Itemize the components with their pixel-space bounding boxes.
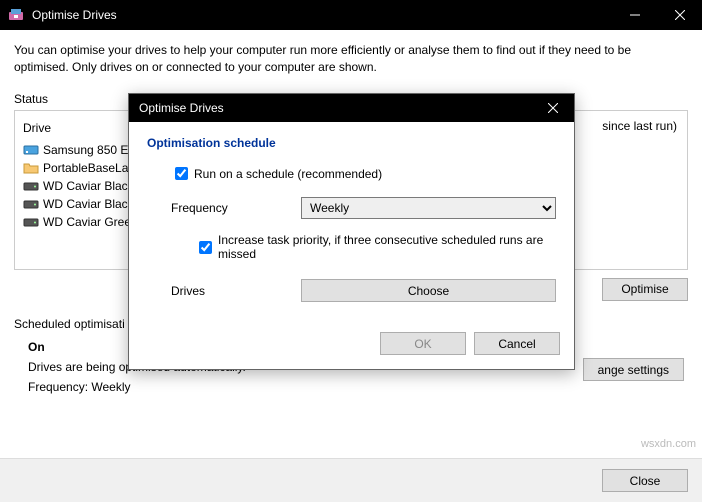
drives-label: Drives [171, 284, 301, 298]
frequency-select[interactable]: Weekly [301, 197, 556, 219]
increase-priority-label: Increase task priority, if three consecu… [218, 233, 556, 261]
drive-name: WD Caviar Black [43, 179, 134, 193]
dialog-close-button[interactable] [538, 94, 568, 122]
hdd-icon [23, 214, 39, 230]
ssd-icon [23, 142, 39, 158]
dialog-heading: Optimisation schedule [147, 136, 556, 150]
watermark: wsxdn.com [641, 438, 696, 450]
drive-name: WD Caviar Green [43, 215, 138, 229]
drive-name: PortableBaseLay [43, 161, 134, 175]
window-title: Optimise Drives [32, 8, 612, 22]
app-icon [8, 7, 24, 23]
dialog-titlebar: Optimise Drives [129, 94, 574, 122]
optimise-button[interactable]: Optimise [602, 278, 688, 301]
run-on-schedule-checkbox[interactable] [175, 167, 188, 180]
choose-drives-button[interactable]: Choose [301, 279, 556, 302]
footer: Close [0, 458, 702, 502]
ok-button[interactable]: OK [380, 332, 466, 355]
cancel-button[interactable]: Cancel [474, 332, 560, 355]
since-last-run-label: since last run) [602, 119, 677, 133]
increase-priority-checkbox[interactable] [199, 241, 212, 254]
description-text: You can optimise your drives to help you… [14, 42, 688, 76]
dialog-title: Optimise Drives [139, 101, 538, 115]
close-button[interactable] [657, 0, 702, 30]
main-titlebar: Optimise Drives [0, 0, 702, 30]
hdd-icon [23, 178, 39, 194]
run-on-schedule-label: Run on a schedule (recommended) [194, 167, 382, 181]
minimize-button[interactable] [612, 0, 657, 30]
drive-name: WD Caviar Black [43, 197, 134, 211]
hdd-icon [23, 196, 39, 212]
close-window-button[interactable]: Close [602, 469, 688, 492]
folder-icon [23, 160, 39, 176]
change-settings-button[interactable]: ange settings [583, 358, 684, 381]
frequency-label: Frequency [171, 201, 301, 215]
schedule-dialog: Optimise Drives Optimisation schedule Ru… [128, 93, 575, 370]
